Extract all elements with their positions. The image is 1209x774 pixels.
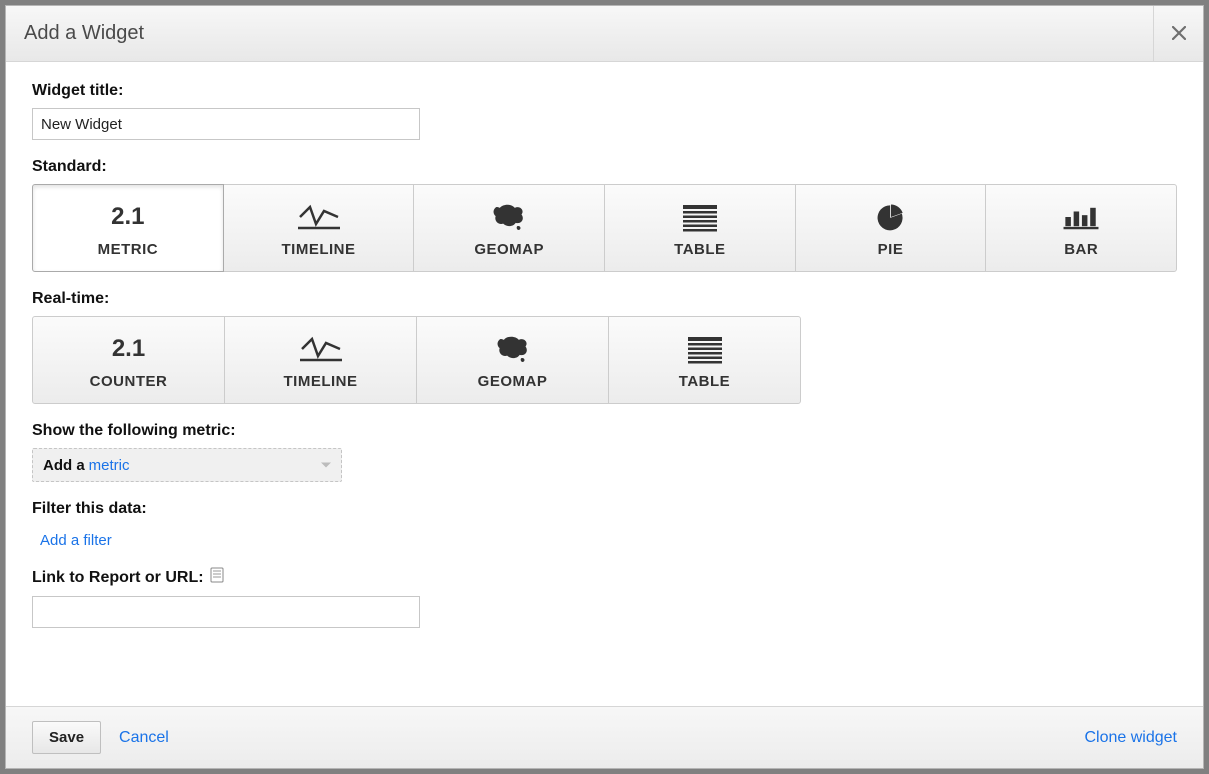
chevron-down-icon <box>321 463 331 468</box>
widget-title-label: Widget title: <box>32 82 1177 100</box>
filter-label: Filter this data: <box>32 500 1177 518</box>
type-geomap-rt[interactable]: GEOMAP <box>416 316 609 404</box>
type-table[interactable]: TABLE <box>604 184 796 272</box>
type-label: GEOMAP <box>474 241 544 258</box>
link-label: Link to Report or URL: <box>32 569 204 587</box>
link-url-input[interactable] <box>32 596 420 628</box>
type-label: BAR <box>1064 241 1098 258</box>
dialog-body: Widget title: Standard: 2.1 METRIC TIMEL… <box>6 62 1203 706</box>
add-widget-dialog: Add a Widget Widget title: Standard: 2.1… <box>5 5 1204 769</box>
realtime-label: Real-time: <box>32 290 1177 308</box>
save-button[interactable]: Save <box>32 721 101 754</box>
type-timeline[interactable]: TIMELINE <box>223 184 415 272</box>
clone-widget-link[interactable]: Clone widget <box>1085 729 1178 747</box>
type-label: TABLE <box>674 241 725 258</box>
widget-title-input[interactable] <box>32 108 420 140</box>
close-button[interactable] <box>1153 6 1203 62</box>
type-metric[interactable]: 2.1 METRIC <box>32 184 224 272</box>
standard-section: Standard: 2.1 METRIC TIMELINE GEOMA <box>32 158 1177 272</box>
realtime-type-grid: 2.1 COUNTER TIMELINE GEOMAP <box>32 316 804 404</box>
link-field: Link to Report or URL: <box>32 567 1177 628</box>
metric-label: Show the following metric: <box>32 422 1177 440</box>
add-metric-dropdown[interactable]: Add a metric <box>32 448 342 482</box>
geomap-icon <box>490 331 536 367</box>
type-timeline-rt[interactable]: TIMELINE <box>224 316 417 404</box>
type-label: TIMELINE <box>284 373 358 390</box>
table-icon <box>677 199 723 235</box>
add-metric-prefix: Add a <box>43 457 85 474</box>
dialog-title: Add a Widget <box>24 22 144 45</box>
add-filter-link[interactable]: Add a filter <box>40 532 112 549</box>
dialog-header: Add a Widget <box>6 6 1203 62</box>
type-label: COUNTER <box>90 373 168 390</box>
type-counter[interactable]: 2.1 COUNTER <box>32 316 225 404</box>
type-label: TABLE <box>679 373 730 390</box>
metric-number-icon: 2.1 <box>111 199 144 235</box>
metric-field: Show the following metric: Add a metric <box>32 422 1177 482</box>
filter-field: Filter this data: Add a filter <box>32 500 1177 549</box>
widget-title-field: Widget title: <box>32 82 1177 140</box>
type-label: GEOMAP <box>478 373 548 390</box>
bar-icon <box>1058 199 1104 235</box>
type-pie[interactable]: PIE <box>795 184 987 272</box>
cancel-link[interactable]: Cancel <box>119 729 169 747</box>
pie-icon <box>875 199 907 235</box>
standard-type-grid: 2.1 METRIC TIMELINE GEOMAP <box>32 184 1177 272</box>
type-geomap[interactable]: GEOMAP <box>413 184 605 272</box>
add-metric-link-text: metric <box>89 457 130 474</box>
close-icon <box>1172 26 1186 43</box>
standard-label: Standard: <box>32 158 1177 176</box>
type-label: PIE <box>878 241 904 258</box>
table-icon <box>682 331 728 367</box>
dialog-footer: Save Cancel Clone widget <box>6 706 1203 768</box>
timeline-icon <box>296 331 346 367</box>
type-bar[interactable]: BAR <box>985 184 1177 272</box>
link-label-row: Link to Report or URL: <box>32 567 1177 588</box>
type-label: TIMELINE <box>282 241 356 258</box>
realtime-section: Real-time: 2.1 COUNTER TIMELINE GE <box>32 290 1177 404</box>
document-icon <box>210 567 224 588</box>
type-label: METRIC <box>98 241 159 258</box>
geomap-icon <box>486 199 532 235</box>
counter-number-icon: 2.1 <box>112 331 145 367</box>
type-table-rt[interactable]: TABLE <box>608 316 801 404</box>
timeline-icon <box>294 199 344 235</box>
